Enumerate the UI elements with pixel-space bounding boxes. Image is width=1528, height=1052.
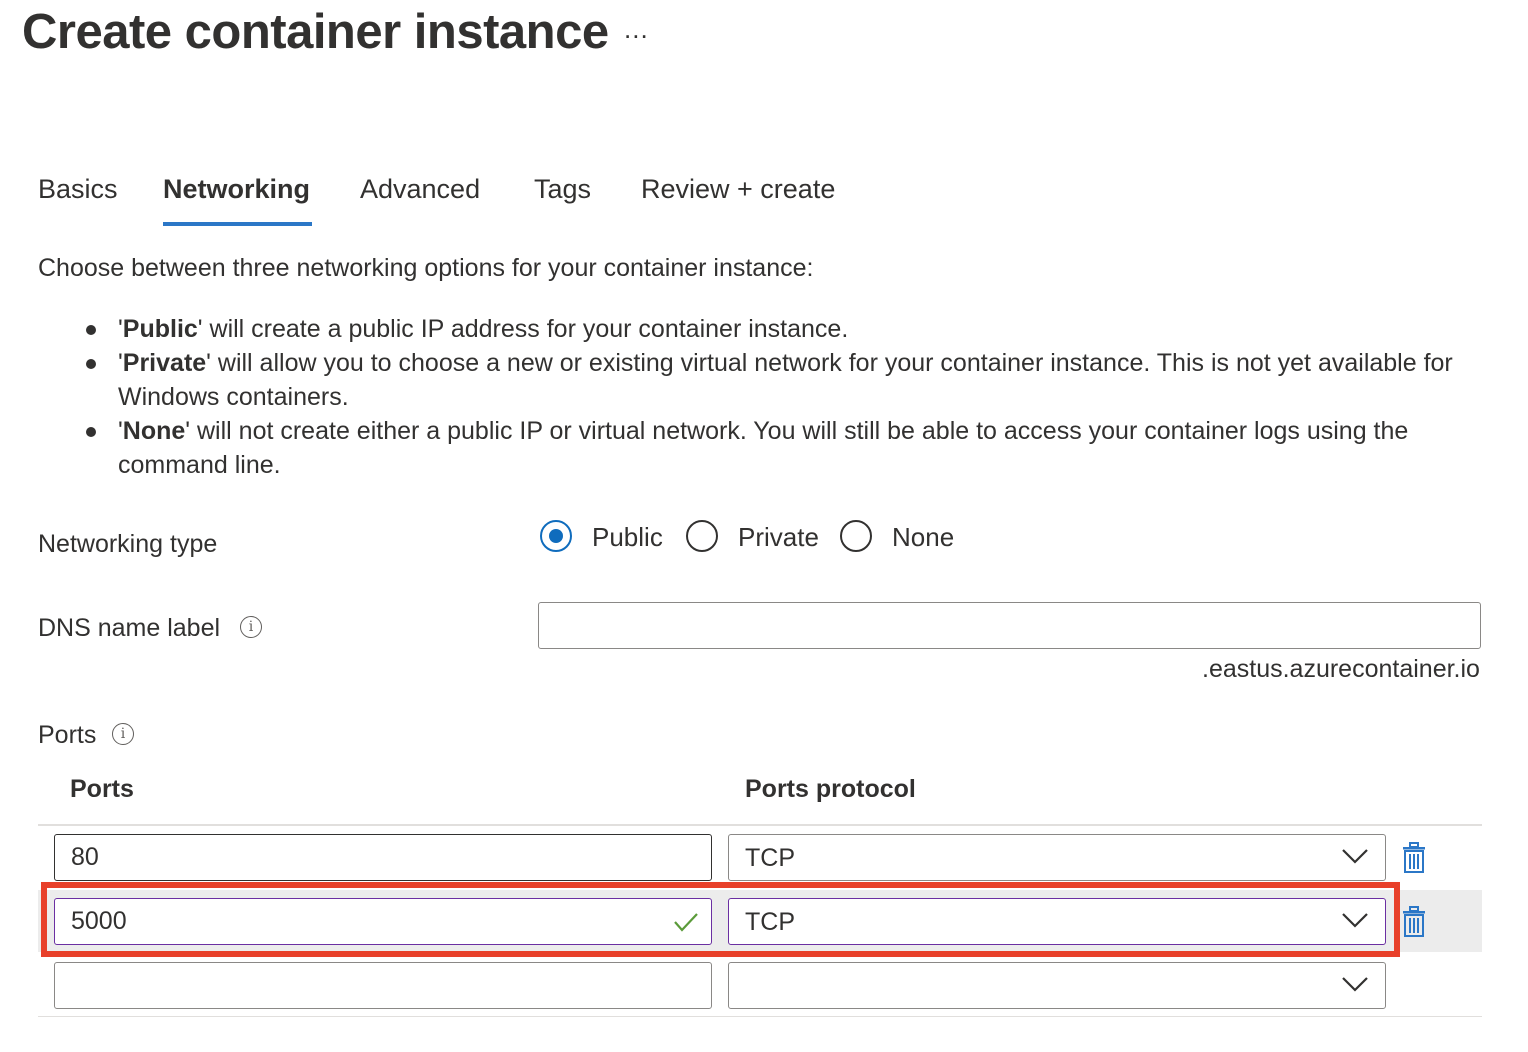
networking-type-label: Networking type: [38, 530, 218, 558]
chevron-down-icon: [1342, 849, 1368, 864]
info-icon[interactable]: i: [112, 723, 134, 745]
tab-basics[interactable]: Basics: [38, 174, 118, 205]
bullet-text: ' will not create either a public IP or …: [118, 417, 1409, 479]
bullet-term: Public: [122, 315, 198, 343]
info-icon[interactable]: i: [240, 616, 262, 638]
ports-label: Ports: [38, 721, 97, 749]
bullet-term: None: [122, 417, 186, 445]
tab-advanced[interactable]: Advanced: [360, 174, 480, 205]
radio-private-label[interactable]: Private: [738, 522, 819, 553]
port-input[interactable]: 80: [54, 834, 712, 881]
tab-networking[interactable]: Networking: [163, 174, 310, 205]
more-options-button[interactable]: ...: [624, 14, 649, 45]
delete-row-icon[interactable]: [1400, 842, 1428, 874]
list-item: 'Private' will allow you to choose a new…: [80, 346, 1500, 414]
delete-row-icon[interactable]: [1400, 906, 1428, 938]
annotation-highlight-box: [41, 882, 1400, 957]
radio-public-label[interactable]: Public: [592, 522, 663, 553]
protocol-select[interactable]: TCP: [728, 834, 1386, 881]
protocol-column-header: Ports protocol: [745, 775, 916, 803]
radio-none-label[interactable]: None: [892, 522, 954, 553]
bullet-text: ' will create a public IP address for yo…: [197, 315, 849, 343]
dns-name-input[interactable]: [538, 602, 1481, 649]
dns-name-label: DNS name label: [38, 614, 221, 642]
page-title: Create container instance: [22, 5, 609, 59]
port-input[interactable]: [54, 962, 712, 1009]
bullet-text: ' will allow you to choose a new or exis…: [118, 349, 1453, 411]
tab-review-create[interactable]: Review + create: [641, 174, 835, 205]
networking-options-list: 'Public' will create a public IP address…: [80, 312, 1500, 482]
bullet-term: Private: [122, 349, 207, 377]
radio-public[interactable]: [540, 520, 572, 552]
grid-divider: [38, 824, 1482, 826]
protocol-select[interactable]: [728, 962, 1386, 1009]
radio-none[interactable]: [840, 520, 872, 552]
list-item: 'None' will not create either a public I…: [80, 414, 1500, 482]
protocol-select-value: TCP: [745, 844, 795, 872]
active-tab-indicator: [163, 222, 312, 226]
ports-column-header: Ports: [70, 775, 134, 803]
tab-tags[interactable]: Tags: [534, 174, 591, 205]
list-item: 'Public' will create a public IP address…: [80, 312, 1500, 346]
radio-private[interactable]: [686, 520, 718, 552]
intro-text: Choose between three networking options …: [38, 254, 814, 282]
dns-suffix: .eastus.azurecontainer.io: [1202, 655, 1480, 683]
chevron-down-icon: [1342, 977, 1368, 992]
grid-divider: [38, 1016, 1482, 1017]
